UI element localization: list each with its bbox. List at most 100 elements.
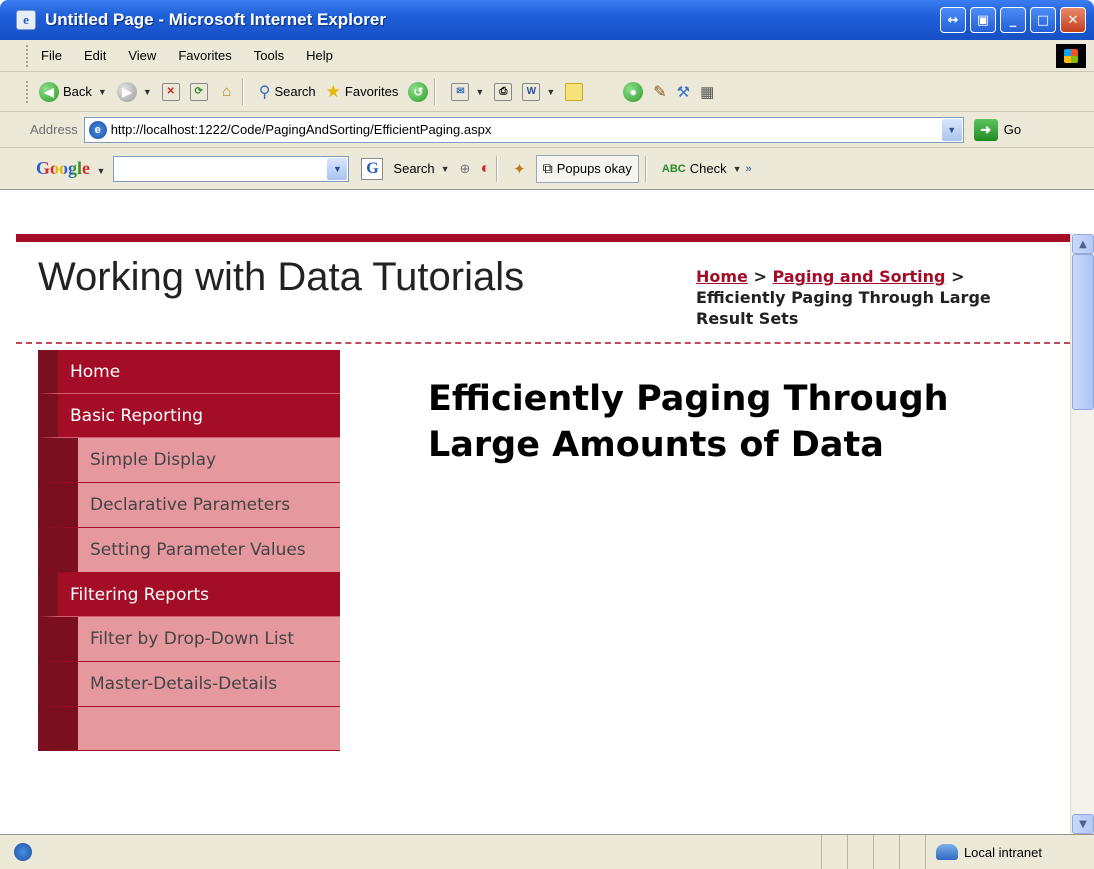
google-search-button[interactable]: Search ▼	[393, 161, 449, 176]
research-button[interactable]: ✎	[653, 82, 666, 102]
breadcrumb-section-link[interactable]: Paging and Sorting	[772, 267, 945, 286]
pagerank-button[interactable]: ⊕	[460, 161, 471, 177]
chevron-down-icon[interactable]: ▼	[97, 166, 106, 176]
search-button[interactable]: ⚲ Search	[259, 82, 316, 102]
menu-file[interactable]: File	[31, 48, 72, 63]
spellcheck-icon: ABC	[661, 162, 686, 175]
go-button[interactable]: ➜ Go	[973, 118, 1022, 141]
stop-button[interactable]: ✕	[161, 82, 180, 101]
standard-toolbar: ◀ Back ▼ ▶ ▼ ✕ ⟳ ⌂ ⚲ Search ★ Favorites …	[0, 72, 1094, 112]
breadcrumb-separator: >	[747, 267, 773, 286]
go-label: Go	[1003, 122, 1022, 137]
nav-item-basic-reporting[interactable]: Basic Reporting	[38, 394, 340, 438]
restore-icon[interactable]: ▣	[970, 7, 996, 33]
spell-button[interactable]: ◐	[480, 160, 490, 178]
messenger-icon: ●	[623, 81, 644, 102]
ie-page-icon: e	[88, 120, 107, 139]
check-button[interactable]: ABC Check ▼ »	[662, 161, 752, 176]
header-stripe	[16, 234, 1070, 242]
vertical-scrollbar[interactable]: ▲ ▼	[1070, 234, 1094, 834]
favorites-label: Favorites	[344, 84, 399, 99]
toolbar-separator	[434, 78, 436, 105]
nav-item-declarative-parameters[interactable]: Declarative Parameters	[38, 483, 340, 528]
chevron-down-icon[interactable]: ▼	[475, 87, 484, 97]
toolbar-separator	[644, 155, 646, 182]
go-arrow-icon: ➜	[973, 118, 998, 141]
nav-item-setting-parameter-values[interactable]: Setting Parameter Values	[38, 528, 340, 573]
forward-button[interactable]: ▶ ▼	[116, 81, 152, 102]
breadcrumb-home-link[interactable]: Home	[696, 267, 748, 286]
chevron-down-icon[interactable]: ▼	[441, 164, 450, 174]
chevron-down-icon[interactable]: ▼	[546, 87, 555, 97]
address-field[interactable]: e http://localhost:1222/Code/PagingAndSo…	[83, 116, 964, 143]
messenger-button[interactable]: ●	[623, 81, 644, 102]
scroll-up-icon[interactable]: ▲	[1072, 234, 1094, 254]
toolbar-grip[interactable]	[26, 80, 29, 103]
title-bar: e Untitled Page - Microsoft Internet Exp…	[0, 0, 1094, 40]
home-button[interactable]: ⌂	[218, 83, 236, 101]
minimize-icon[interactable]: _	[1000, 7, 1026, 33]
back-button[interactable]: ◀ Back ▼	[39, 81, 107, 102]
nav-item-filtering-reports[interactable]: Filtering Reports	[38, 573, 340, 617]
google-search-input[interactable]: ▼	[113, 155, 350, 182]
scroll-down-icon[interactable]: ▼	[1072, 814, 1094, 834]
more-chevron-icon[interactable]: »	[746, 163, 752, 175]
close-icon[interactable]: ✕	[1060, 7, 1086, 33]
nav-item-label: Master-Details-Details	[90, 674, 278, 694]
chevron-down-icon[interactable]: ▼	[941, 118, 962, 141]
nav-item-home[interactable]: Home	[38, 350, 340, 394]
intranet-icon	[935, 844, 958, 860]
tools-button[interactable]: ⚒	[677, 83, 690, 101]
notes-button[interactable]	[565, 82, 584, 101]
chevron-down-icon[interactable]: ▼	[98, 87, 107, 97]
page-heading: Efficiently Paging Through Large Amounts…	[428, 379, 949, 465]
stop-icon: ✕	[161, 82, 180, 101]
toolbar-grip[interactable]	[26, 44, 29, 67]
chevron-down-icon[interactable]: ▼	[143, 87, 152, 97]
google-logo-text: Google	[36, 158, 90, 178]
grid-button[interactable]: ▦	[700, 83, 714, 101]
address-url[interactable]: http://localhost:1222/Code/PagingAndSort…	[111, 122, 492, 137]
maximize-icon[interactable]: □	[1030, 7, 1056, 33]
popups-box[interactable]: ⧉ Popups okay	[535, 154, 639, 183]
star-icon: ★	[325, 81, 341, 101]
print-button[interactable]: ⎙	[494, 82, 513, 101]
chevron-down-icon[interactable]: ▼	[327, 157, 348, 180]
back-arrow-icon: ◀	[39, 81, 59, 102]
menu-view[interactable]: View	[118, 48, 166, 63]
forward-arrow-icon: ▶	[116, 81, 137, 102]
security-zone[interactable]: Local intranet	[924, 835, 1094, 869]
site-title: Working with Data Tutorials	[38, 255, 525, 299]
help-icon[interactable]: ↔	[940, 7, 966, 33]
chevron-down-icon[interactable]: ▼	[733, 164, 742, 174]
breadcrumb-current: Efficiently Paging Through Large Result …	[696, 288, 991, 328]
menu-favorites[interactable]: Favorites	[168, 48, 241, 63]
window-controls: ↔ ▣ _ □ ✕	[940, 7, 1086, 33]
windows-logo-icon	[1056, 44, 1086, 68]
menu-help[interactable]: Help	[296, 48, 343, 63]
nav-item-simple-display[interactable]: Simple Display	[38, 438, 340, 483]
research-icon: ✎	[653, 83, 667, 101]
breadcrumb: Home > Paging and Sorting > Efficiently P…	[696, 266, 1036, 329]
toolbox-icon: ⚒	[676, 83, 691, 101]
nav-item-master-details-details[interactable]: Master-Details-Details	[38, 662, 340, 707]
edit-word-button[interactable]: W ▼	[522, 82, 555, 101]
header-divider	[16, 342, 1070, 344]
history-button[interactable]: ↺	[408, 81, 429, 102]
refresh-button[interactable]: ⟳	[189, 82, 208, 101]
status-bar: Local intranet	[0, 834, 1094, 869]
nav-item-filter-by-dropdown[interactable]: Filter by Drop-Down List	[38, 617, 340, 662]
refresh-icon: ⟳	[189, 82, 208, 101]
rainbow-icon: ◐	[480, 159, 491, 177]
google-logo[interactable]: Google ▼	[36, 158, 105, 179]
autofill-button[interactable]: ✦	[513, 160, 526, 178]
print-icon: ⎙	[494, 82, 513, 101]
status-panel	[872, 835, 899, 869]
menu-edit[interactable]: Edit	[74, 48, 116, 63]
favorites-button[interactable]: ★ Favorites	[326, 82, 399, 102]
menu-tools[interactable]: Tools	[244, 48, 294, 63]
nav-item-next[interactable]	[38, 707, 340, 751]
popups-button[interactable]: ⧉ Popups okay	[535, 154, 639, 183]
mail-button[interactable]: ✉ ▼	[451, 82, 484, 101]
scroll-thumb[interactable]	[1072, 254, 1094, 410]
